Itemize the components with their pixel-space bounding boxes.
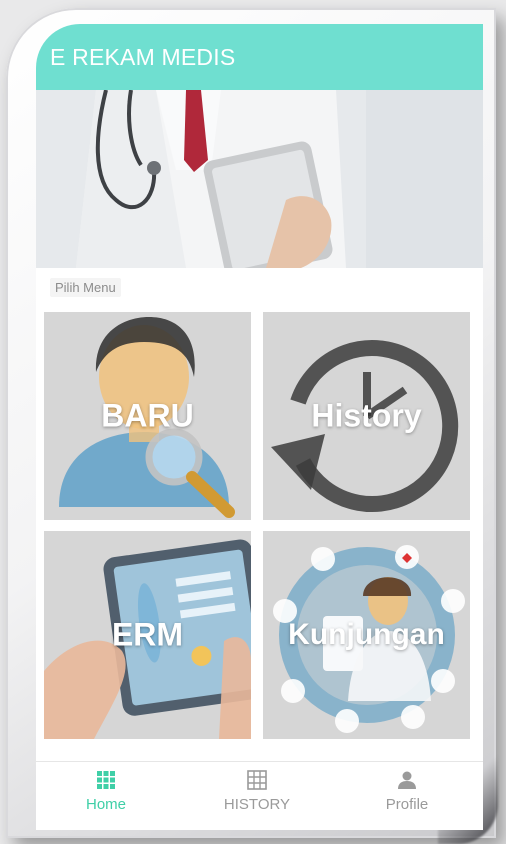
bottom-navigation: Home HISTORY Profile xyxy=(36,761,483,830)
nav-item-home[interactable]: Home xyxy=(36,770,176,814)
menu-tile-label: Kunjungan xyxy=(288,618,445,651)
nav-label-profile: Profile xyxy=(385,796,429,813)
menu-tile-history[interactable]: History xyxy=(263,312,470,520)
app-title: E REKAM MEDIS xyxy=(50,44,236,70)
app-screen: E REKAM MEDIS Pilih Menu BARU History ER… xyxy=(36,24,483,830)
nav-label-history: HISTORY xyxy=(223,796,291,813)
nav-item-history[interactable]: HISTORY xyxy=(187,770,327,814)
calendar-grid-icon xyxy=(247,770,267,790)
menu-tile-erm[interactable]: ERM xyxy=(44,531,251,739)
section-label: Pilih Menu xyxy=(50,278,121,297)
nav-item-profile[interactable]: Profile xyxy=(337,770,477,814)
grid-icon xyxy=(97,771,115,789)
nav-label-home: Home xyxy=(85,796,126,813)
hero-banner-image xyxy=(36,90,483,268)
doctor-illustration xyxy=(36,90,483,268)
person-icon xyxy=(398,771,416,789)
menu-tile-label: BARU xyxy=(101,397,194,434)
menu-tile-kunjungan[interactable]: Kunjungan xyxy=(263,531,470,739)
app-bar: E REKAM MEDIS xyxy=(36,24,483,90)
menu-tile-label: ERM xyxy=(111,616,184,653)
menu-tile-label: History xyxy=(311,397,422,434)
menu-tile-baru[interactable]: BARU xyxy=(44,312,251,520)
